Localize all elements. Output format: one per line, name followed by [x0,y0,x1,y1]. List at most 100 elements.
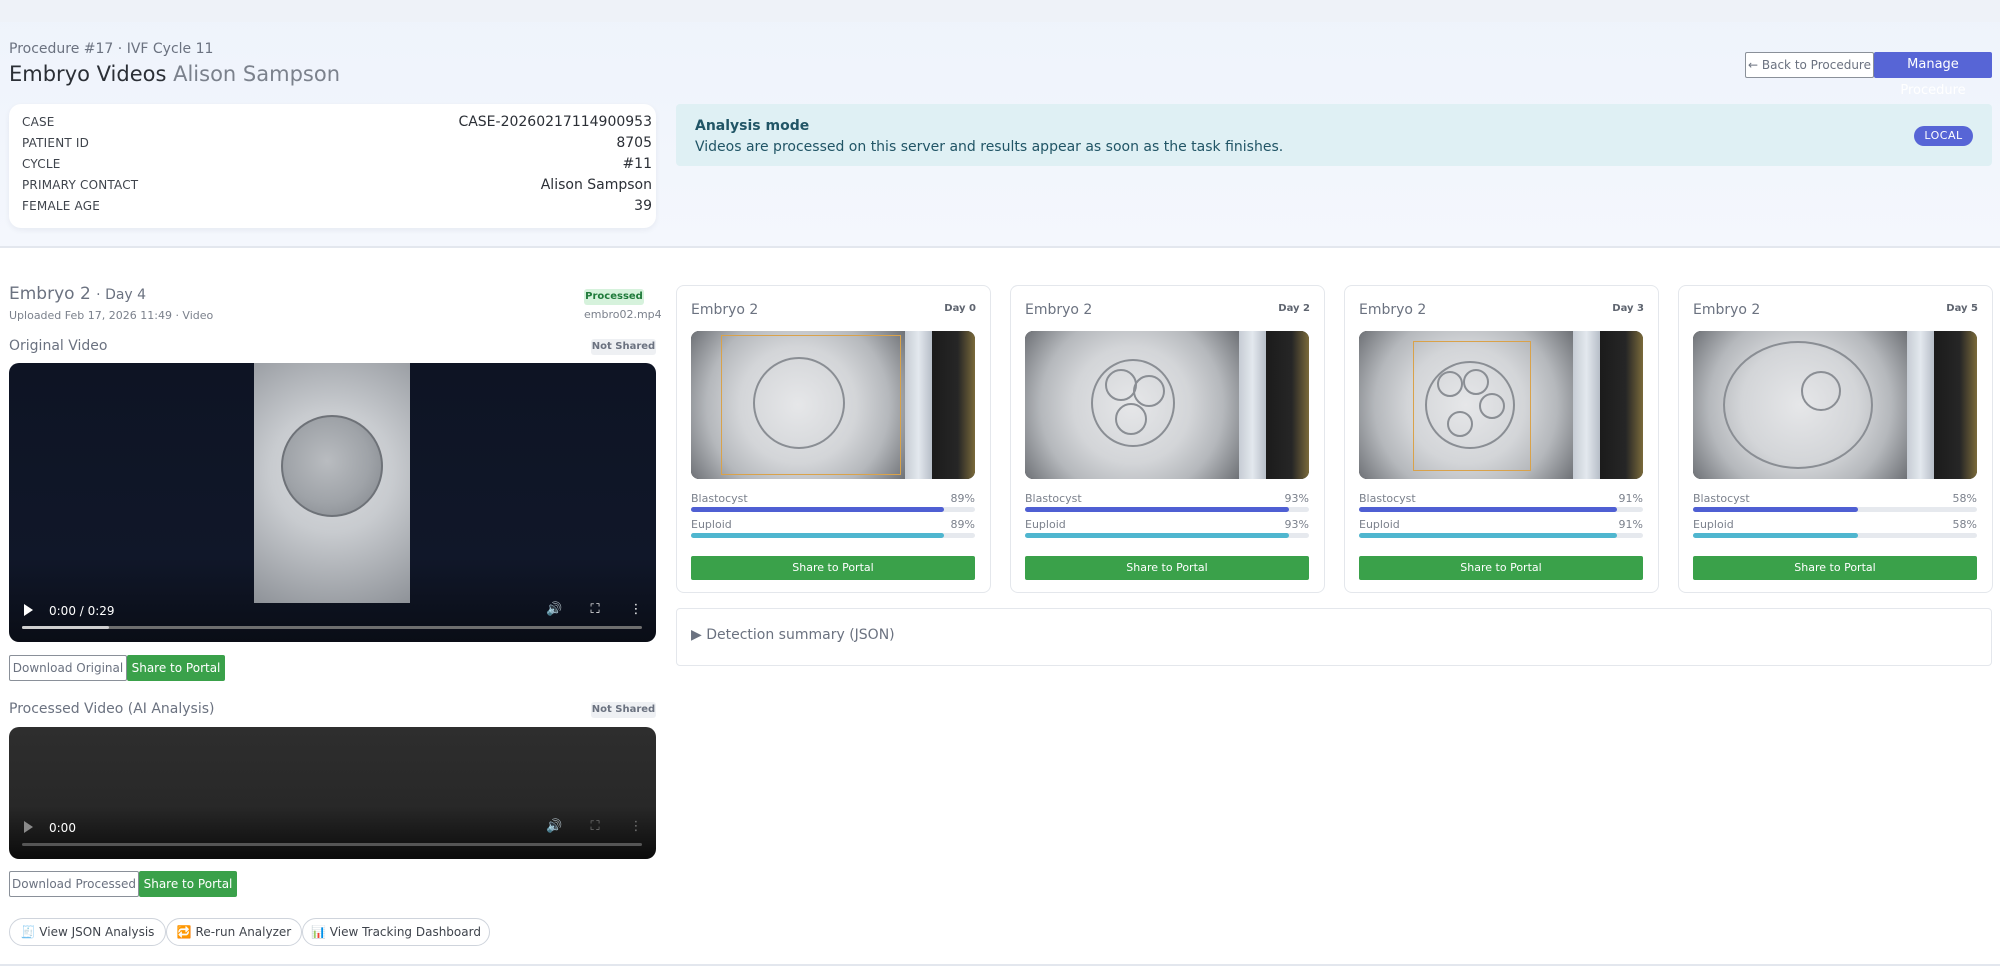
view-json-analysis-button[interactable]: 🧾 View JSON Analysis [9,918,166,946]
download-processed-button[interactable]: Download Processed [9,871,139,897]
metric-bar-fill [1693,533,1858,538]
play-icon[interactable] [24,604,33,616]
metric-bar-fill [1359,507,1618,512]
detection-box [721,335,901,475]
blastocyst-metric: Blastocyst 93% [1025,492,1309,516]
day-card: Embryo 2 Day 2 Blastocyst 93% Euploid 93… [1010,285,1325,593]
metric-bar [1025,533,1309,538]
metric-label: Euploid [1025,518,1066,531]
volume-icon[interactable]: 🔊 [546,820,562,834]
share-to-portal-button[interactable]: Share to Portal [1025,556,1309,580]
scale-strip [1239,331,1266,479]
video-time: 0:00 / 0:29 [49,604,115,618]
case-row: FEMALE AGE 39 [22,196,652,217]
metric-label: Euploid [1693,518,1734,531]
original-video-label: Original Video [9,338,108,354]
scale-strip [905,331,932,479]
top-strip [0,0,2000,22]
play-icon[interactable] [24,821,33,833]
metric-bar [1359,507,1643,512]
case-row-key: PATIENT ID [22,136,90,150]
embryo-thumbnail[interactable] [691,331,975,479]
metric-bar [1359,533,1643,538]
metric-label: Euploid [1359,518,1400,531]
day-card-title: Embryo 2 [1359,302,1427,318]
view-tracking-dashboard-button[interactable]: 📊 View Tracking Dashboard [302,918,490,946]
metric-label: Blastocyst [1359,492,1416,505]
embryo-name: Embryo 2 [9,284,91,304]
fullscreen-icon[interactable]: ⛶ [588,820,602,834]
scale-strip [1573,331,1600,479]
day-card-day: Day 5 [1946,303,1978,314]
share-to-portal-button[interactable]: Share to Portal [1693,556,1977,580]
case-row-value: CASE-20260217114900953 [458,114,652,130]
day-card: Embryo 2 Day 3 Blastocyst 91% Euploid 91… [1344,285,1659,593]
embryo-thumbnail[interactable] [1025,331,1309,479]
video-controls: 0:00 🔊 ⛶ ⋮ [9,813,656,859]
case-row-key: CASE [22,115,55,129]
more-options-icon[interactable]: ⋮ [629,820,643,834]
detection-summary[interactable]: ▶ Detection summary (JSON) [676,608,1992,666]
share-to-portal-button[interactable]: Share to Portal [1359,556,1643,580]
blastocyst-metric: Blastocyst 89% [691,492,975,516]
share-original-button[interactable]: Share to Portal [127,655,225,681]
blastocyst-metric: Blastocyst 91% [1359,492,1643,516]
metric-value: 93% [1284,518,1309,531]
day-card-day: Day 2 [1278,303,1310,314]
embryo-blastomere [1133,375,1165,407]
case-row: CYCLE #11 [22,154,652,175]
dark-edge [1600,331,1643,479]
processed-video-player[interactable]: 0:00 🔊 ⛶ ⋮ [9,727,656,859]
original-video-player[interactable]: 0:00 / 0:29 🔊 ⛶ ⋮ [9,363,656,642]
metric-label: Blastocyst [1693,492,1750,505]
video-progress-track[interactable] [22,843,642,846]
metric-value: 89% [950,492,975,505]
status-badge: Processed [584,289,644,305]
metric-label: Euploid [691,518,732,531]
metric-label: Blastocyst [1025,492,1082,505]
metric-bar-fill [691,507,944,512]
case-row: CASE CASE-20260217114900953 [22,112,652,133]
processed-video-label: Processed Video (AI Analysis) [9,701,215,717]
metric-bar [1693,533,1977,538]
analysis-mode-alert: Analysis mode Videos are processed on th… [676,104,1992,166]
metric-bar-fill [1359,533,1618,538]
metric-bar-fill [1693,507,1858,512]
case-row-key: CYCLE [22,157,61,171]
euploid-metric: Euploid 58% [1693,518,1977,542]
embryo-title: Embryo 2 · Day 4 [9,284,146,304]
detection-summary-label[interactable]: ▶ Detection summary (JSON) [691,627,895,643]
embryo-thumbnail[interactable] [1359,331,1643,479]
embryo-thumbnail[interactable] [1693,331,1977,479]
day-card-title: Embryo 2 [1025,302,1093,318]
blastocyst-metric: Blastocyst 58% [1693,492,1977,516]
share-status-badge: Not Shared [591,702,656,718]
detection-box [1413,341,1531,471]
fullscreen-icon[interactable]: ⛶ [588,603,602,617]
share-processed-button[interactable]: Share to Portal [139,871,237,897]
manage-procedure-button[interactable]: Manage Procedure [1874,52,1992,98]
dark-edge [1934,331,1977,479]
analysis-mode-heading: Analysis mode [695,118,810,134]
analysis-mode-badge: LOCAL [1914,126,1973,146]
day-card: Embryo 2 Day 5 Blastocyst 58% Euploid 58… [1678,285,1993,593]
metric-value: 91% [1618,518,1643,531]
day-card-day: Day 3 [1612,303,1644,314]
more-options-icon[interactable]: ⋮ [629,603,643,617]
case-row: PATIENT ID 8705 [22,133,652,154]
rerun-analyzer-button[interactable]: 🔁 Re-run Analyzer [166,918,302,946]
video-time: 0:00 [49,821,76,835]
case-row-key: FEMALE AGE [22,199,101,213]
share-to-portal-button[interactable]: Share to Portal [691,556,975,580]
back-to-procedure-button[interactable]: ← Back to Procedure [1745,52,1874,78]
analysis-mode-text: Videos are processed on this server and … [695,139,1284,155]
video-progress-track[interactable] [22,626,642,629]
case-row: PRIMARY CONTACT Alison Sampson [22,175,652,196]
page-title-text: Embryo Videos [9,62,167,86]
metric-value: 91% [1618,492,1643,505]
euploid-metric: Euploid 89% [691,518,975,542]
page-title: Embryo Videos Alison Sampson [9,62,340,86]
volume-icon[interactable]: 🔊 [546,603,562,617]
download-original-button[interactable]: Download Original [9,655,127,681]
case-info-card: CASE CASE-20260217114900953 PATIENT ID 8… [9,104,656,228]
